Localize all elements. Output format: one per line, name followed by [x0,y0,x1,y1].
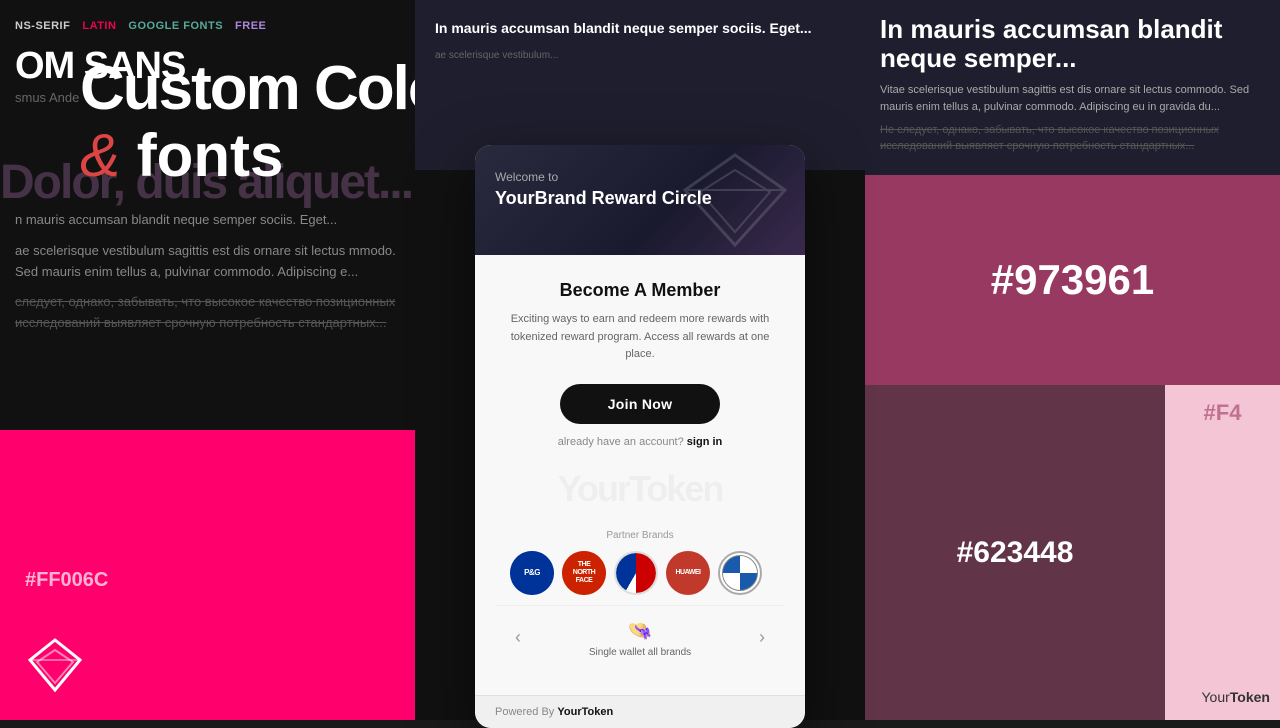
hex-623448: #623448 [957,536,1074,570]
wallet-center: 👒 Single wallet all brands [589,618,691,658]
hex-hash: # [25,569,36,591]
left-body-text: n mauris accumsan blandit neque semper s… [0,210,415,344]
partner-logo-huawei: HUAWEI [666,551,710,595]
reward-card: Welcome to YourBrand Reward Circle Becom… [475,145,805,728]
mid-card-title: In mauris accumsan blandit neque semper … [435,20,845,36]
prev-arrow[interactable]: ‹ [515,627,521,648]
header-bg-diamond [675,150,795,250]
member-desc: Exciting ways to earn and redeem more re… [495,311,785,364]
reward-card-header: Welcome to YourBrand Reward Circle [475,145,805,255]
powered-by: Powered By YourToken [475,695,805,728]
next-arrow[interactable]: › [759,627,765,648]
body-text-1: n mauris accumsan blandit neque semper s… [15,210,400,231]
signin-link[interactable]: sign in [687,436,722,448]
partner-logos: P&G THENORTHFACE HUAWEI [510,551,770,595]
partner-logo-pg: P&G [510,551,554,595]
tag-sans: NS-SERIF [15,20,70,32]
partner-section: Partner Brands P&G THENORTHFACE [495,520,785,605]
brand-bold: Token [1230,689,1270,705]
partner-logo-bmw [718,551,762,595]
body-strikethrough: следует, однако, забывать, что высокое к… [15,292,400,334]
right-bottom-row: #623448 #F4 YourToken [865,385,1280,720]
hex-973961: #973961 [991,256,1155,304]
heading-line2: & fonts [80,123,415,189]
reward-card-body: Become A Member Exciting ways to earn an… [475,255,805,695]
hex-value: FF006C [36,569,108,591]
partner-logo-tnf: THENORTHFACE [562,551,606,595]
wallet-icon: 👒 [628,618,653,643]
fonts-word: fonts [137,122,284,189]
background-grid: NS-SERIF LATIN GOOGLE FONTS FREE OM SANS… [0,0,1280,720]
join-now-button[interactable]: Join Now [560,384,720,424]
powered-by-brand: YourToken [557,706,613,718]
right-strikethrough: Не следует, однако, забывать, что высоко… [880,123,1265,154]
mid-card-small: ae scelerisque vestibulum... [435,50,845,61]
tag-row: NS-SERIF LATIN GOOGLE FONTS FREE [15,20,400,32]
tag-free: FREE [235,20,266,32]
right-body: Vitae scelerisque vestibulum sagittis es… [880,82,1265,115]
diamond-icon [25,635,85,695]
middle-column: In mauris accumsan blandit neque semper … [415,0,865,720]
brand-plain: Your [1202,689,1230,705]
left-column: NS-SERIF LATIN GOOGLE FONTS FREE OM SANS… [0,0,415,720]
pink-color-card: #FF006C [0,430,415,720]
tag-google: GOOGLE FONTS [128,20,223,32]
member-title: Become A Member [495,280,785,301]
tag-latin: LATIN [82,20,116,32]
wallet-section[interactable]: ‹ 👒 Single wallet all brands › [495,605,785,670]
color-card-623448: #623448 [865,385,1165,720]
heading-line1: Custom Color Palette [80,55,415,123]
amp-symbol: & [80,122,120,189]
signin-area: already have an account? sign in [495,436,785,448]
brand-label: YourToken [1202,689,1271,705]
color-card-973961: #973961 [865,175,1280,385]
right-title: In mauris accumsan blandit neque semper.… [880,15,1265,72]
color-card-f4: #F4 YourToken [1165,385,1280,720]
signin-prefix: already have an account? [558,436,684,448]
body-text-2: ae scelerisque vestibulum sagittis est d… [15,241,400,283]
right-column: In mauris accumsan blandit neque semper.… [865,0,1280,720]
partner-logo-pepsi [614,551,658,595]
partner-label: Partner Brands [510,530,770,541]
pink-hex-label: #FF006C [25,553,390,595]
diamond-logo-area [25,635,390,695]
watermark-text: YourToken [495,468,785,510]
wallet-label: Single wallet all brands [589,647,691,658]
custom-heading: Custom Color Palette & fonts [80,55,415,189]
powered-by-prefix: Powered By [495,706,557,718]
hex-f4: #F4 [1204,400,1242,426]
right-top-text: In mauris accumsan blandit neque semper.… [865,0,1280,175]
